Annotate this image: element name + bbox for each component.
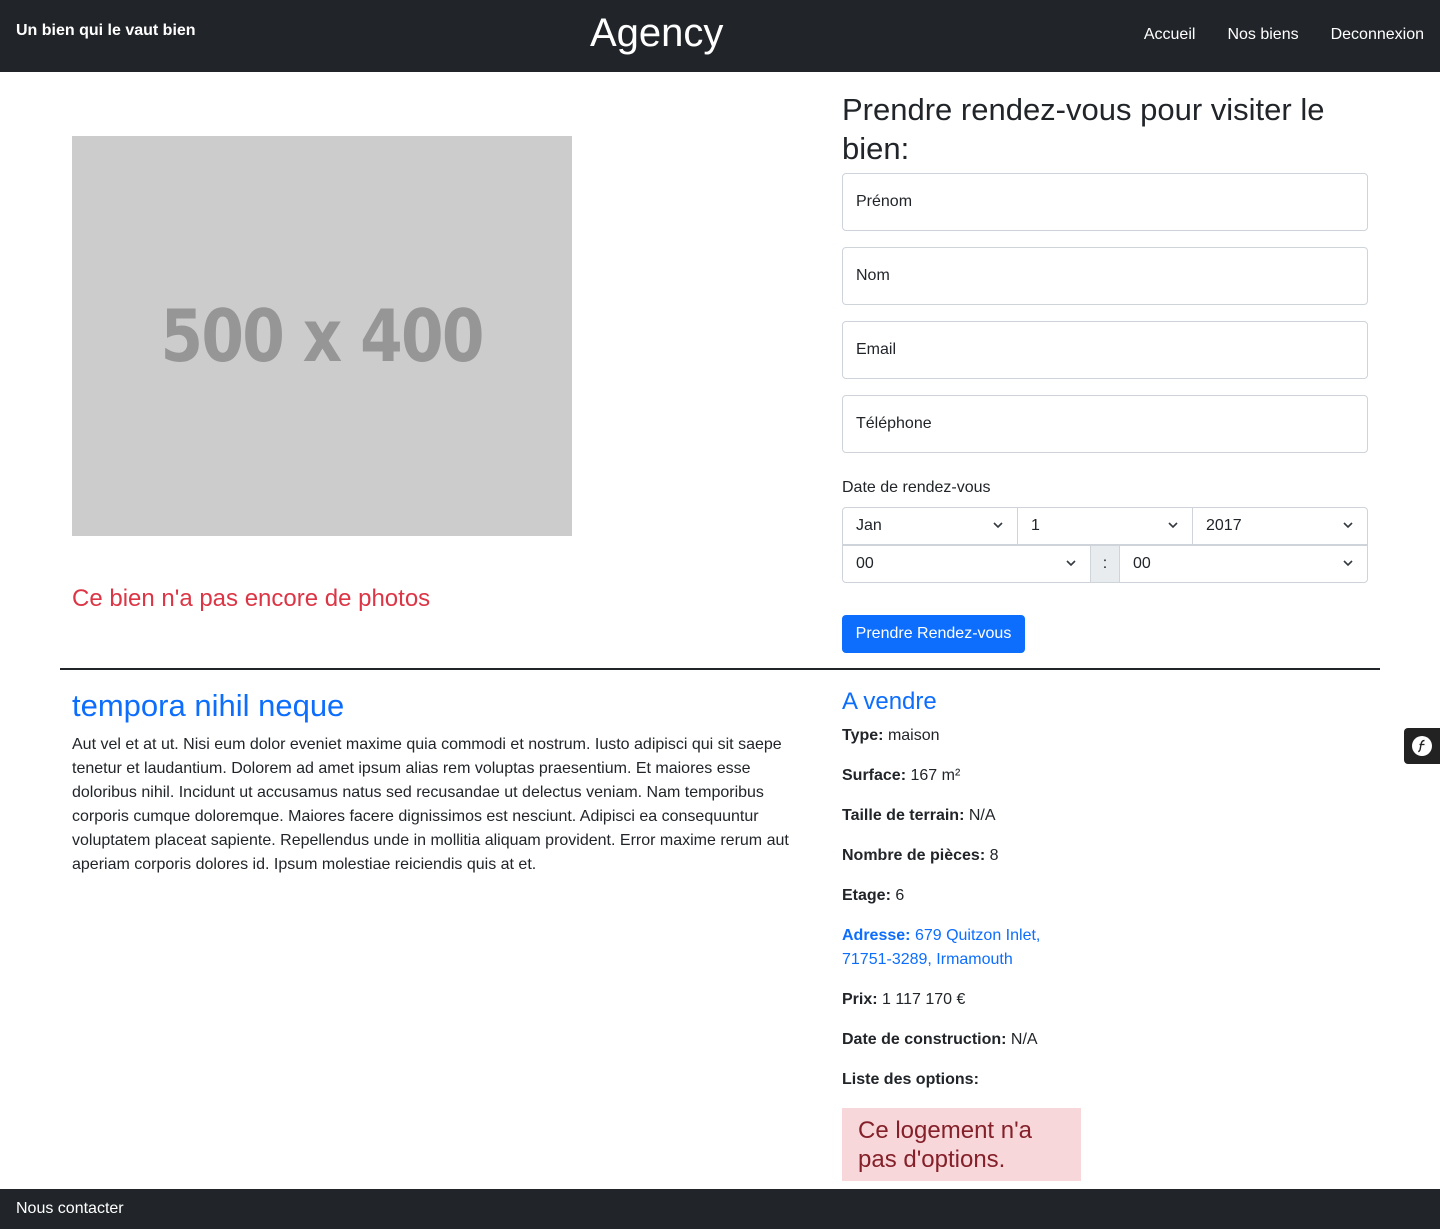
property-title: tempora nihil neque (72, 688, 345, 723)
detail-floor-label: Etage: (842, 887, 891, 904)
tagline: Un bien qui le vaut bien (16, 22, 196, 39)
placeholder-text: 500 x 400 (160, 294, 485, 378)
chevron-down-icon (1168, 522, 1178, 529)
day-value: 1 (1031, 517, 1040, 534)
detail-floor-value: 6 (895, 887, 905, 904)
no-options-alert: Ce logement n'a pas d'options. (842, 1108, 1081, 1181)
phone-field[interactable]: Téléphone (842, 395, 1368, 453)
appointment-title: Prendre rendez-vous pour visiter le bien… (842, 92, 1325, 166)
minute-select[interactable]: 00 (1119, 545, 1368, 583)
no-photos-message: Ce bien n'a pas encore de photos (72, 585, 431, 612)
detail-land: Taille de terrain: N/A (842, 804, 996, 828)
detail-address-label: Adresse: (842, 927, 911, 944)
chevron-down-icon (1343, 560, 1353, 567)
nav-nos-biens[interactable]: Nos biens (1227, 26, 1298, 44)
hour-select[interactable]: 00 (842, 545, 1091, 583)
detail-price-value: 1 117 170 € (882, 991, 966, 1008)
detail-rooms-label: Nombre de pièces: (842, 847, 986, 864)
detail-land-label: Taille de terrain: (842, 807, 965, 824)
minute-value: 00 (1133, 555, 1151, 572)
phone-placeholder: Téléphone (856, 415, 932, 432)
detail-price: Prix: 1 117 170 € (842, 988, 965, 1012)
hour-value: 00 (856, 555, 874, 572)
property-description: Aut vel et at ut. Nisi eum dolor eveniet… (72, 736, 789, 873)
main-nav: Accueil Nos biens Deconnexion (1144, 26, 1424, 44)
nav-deconnexion[interactable]: Deconnexion (1331, 26, 1424, 44)
detail-built: Date de construction: N/A (842, 1028, 1038, 1052)
section-divider (60, 668, 1380, 670)
time-separator: : (1090, 545, 1120, 583)
detail-land-value: N/A (968, 807, 996, 824)
detail-surface: Surface: 167 m² (842, 764, 960, 788)
email-placeholder: Email (856, 341, 897, 358)
top-navbar: Un bien qui le vaut bien Agency Accueil … (0, 0, 1440, 72)
symfony-logo-icon (1412, 736, 1432, 756)
day-select[interactable]: 1 (1017, 507, 1193, 545)
detail-built-value: N/A (1010, 1031, 1038, 1048)
email-field[interactable]: Email (842, 321, 1368, 379)
property-status: A vendre (842, 688, 937, 715)
footer: Nous contacter (0, 1189, 1440, 1229)
nav-accueil[interactable]: Accueil (1144, 26, 1196, 44)
lastname-placeholder: Nom (856, 267, 890, 284)
detail-type-label: Type: (842, 727, 884, 744)
contact-link[interactable]: Nous contacter (16, 1200, 124, 1217)
year-select[interactable]: 2017 (1192, 507, 1368, 545)
detail-price-label: Prix: (842, 991, 878, 1008)
firstname-field[interactable]: Prénom (842, 173, 1368, 231)
month-select[interactable]: Jan (842, 507, 1018, 545)
detail-type-value: maison (887, 727, 940, 744)
detail-type: Type: maison (842, 724, 940, 748)
lastname-field[interactable]: Nom (842, 247, 1368, 305)
detail-address[interactable]: Adresse: 679 Quitzon Inlet, 71751-3289, … (842, 924, 1062, 972)
detail-options-label: Liste des options: (842, 1071, 979, 1088)
detail-floor: Etage: 6 (842, 884, 904, 908)
detail-options: Liste des options: (842, 1068, 979, 1092)
date-label: Date de rendez-vous (842, 479, 991, 496)
chevron-down-icon (1343, 522, 1353, 529)
chevron-down-icon (993, 522, 1003, 529)
detail-surface-value: 167 m² (910, 767, 961, 784)
book-appointment-button[interactable]: Prendre Rendez-vous (842, 615, 1025, 653)
detail-built-label: Date de construction: (842, 1031, 1007, 1048)
detail-surface-label: Surface: (842, 767, 907, 784)
brand-logo[interactable]: Agency (590, 11, 723, 56)
detail-rooms-value: 8 (989, 847, 999, 864)
detail-rooms: Nombre de pièces: 8 (842, 844, 999, 868)
firstname-placeholder: Prénom (856, 193, 913, 210)
property-image-placeholder: 500 x 400 (72, 136, 572, 536)
year-value: 2017 (1206, 517, 1242, 534)
symfony-toolbar-toggle[interactable] (1404, 728, 1440, 764)
month-value: Jan (856, 517, 882, 534)
chevron-down-icon (1066, 560, 1076, 567)
